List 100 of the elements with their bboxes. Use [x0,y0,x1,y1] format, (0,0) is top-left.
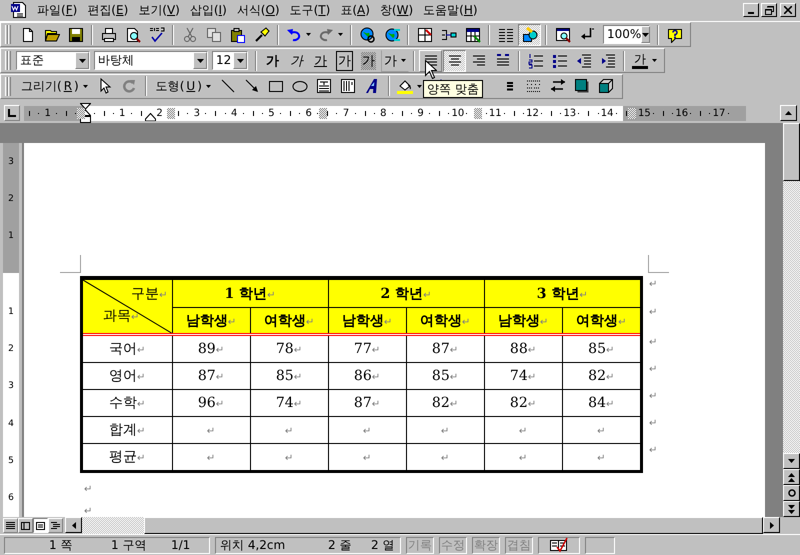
increase-indent-icon[interactable] [600,52,616,69]
paint-bucket-icon[interactable] [396,78,413,94]
save-icon[interactable] [68,26,84,43]
double-up-arrow-icon[interactable] [788,472,795,482]
previous-page-button[interactable] [783,469,800,486]
globe-arrows-icon[interactable] [384,26,400,43]
toolbar-handle[interactable] [5,76,11,96]
zoom-dropdown[interactable]: 100% [603,25,650,44]
down-arrow-icon[interactable] [788,459,795,464]
caret-icon[interactable] [416,84,422,88]
menu-item[interactable]: 서식(O) [232,2,285,19]
indent-marker[interactable] [145,112,156,121]
web-layout-icon[interactable] [21,522,30,530]
vertical-text-box-icon[interactable] [340,78,356,94]
print-preview-icon[interactable] [124,26,140,43]
menu-item[interactable]: 보기(V) [133,2,185,19]
scroll-thumb[interactable] [783,123,800,182]
justify-button[interactable] [419,50,442,72]
scroll-up-button[interactable] [780,105,797,122]
lines-icon[interactable] [6,522,15,530]
autoshapes-menu-button[interactable]: 도형( U ) [150,75,216,98]
scroll-down-button[interactable] [783,453,800,470]
text-style-button[interactable]: 가 [381,50,409,72]
table-pencil-icon[interactable] [416,26,432,43]
caret-icon[interactable] [306,33,311,36]
vertical-scrollbar[interactable] [783,123,800,518]
tab-stop-button[interactable] [4,105,20,122]
undo-icon[interactable] [286,26,302,43]
rectangle-tool-icon[interactable] [268,78,284,94]
normal-view-button[interactable] [3,518,18,534]
menu-item[interactable]: 파일(F) [32,2,82,19]
scroll-right-button[interactable] [763,517,780,534]
text-style-button[interactable]: 가 [309,50,332,72]
circle-icon[interactable] [788,489,796,498]
font-color-button[interactable]: 가 [629,50,660,72]
close-icon[interactable] [784,6,792,14]
shapes-icon[interactable] [522,26,538,43]
print-icon[interactable] [100,26,116,43]
column-marker[interactable] [77,108,85,119]
font-size-dropdown[interactable]: 12 [212,51,248,70]
caret-icon[interactable] [82,84,88,88]
scroll-left-button[interactable] [65,517,82,534]
outline-icon[interactable] [51,522,60,530]
menu-item[interactable]: 편집(E) [82,2,134,19]
cube-icon[interactable] [598,78,614,94]
menu-item[interactable]: 도구(T) [284,2,336,19]
columns-icon[interactable] [498,26,514,43]
page-layout-icon[interactable] [36,522,45,530]
document-map-icon[interactable] [554,26,570,43]
caret-icon[interactable] [206,84,211,88]
menu-item[interactable]: 도움말(H) [418,2,483,19]
numbered-list-icon[interactable] [528,52,544,69]
arrow-tool-icon[interactable] [244,78,260,94]
help-icon[interactable] [666,26,682,43]
web-view-button[interactable] [18,518,33,534]
double-down-arrow-icon[interactable] [788,504,795,514]
column-marker[interactable] [167,108,175,119]
restore-button[interactable] [761,3,777,18]
next-page-button[interactable] [783,501,800,518]
browse-object-button[interactable] [783,485,800,502]
caret-icon[interactable] [652,59,657,62]
caret-icon[interactable] [401,59,406,62]
menu-item[interactable]: 삽입(I) [184,2,232,19]
text-style-button[interactable]: 가 [333,50,356,72]
shapes-button[interactable] [518,24,541,46]
font-dropdown[interactable]: 바탕체 [94,51,208,70]
minimize-icon[interactable] [748,12,754,14]
arrow-style-icon[interactable] [550,78,566,94]
brush-icon[interactable] [254,26,270,43]
oval-tool-icon[interactable] [292,78,308,94]
tab-stop-icon[interactable] [8,109,16,118]
center-align-button[interactable] [443,50,466,72]
shadow-icon[interactable] [574,78,590,94]
globe-link-icon[interactable] [360,26,376,43]
menu-item[interactable]: 표(A) [335,2,375,19]
page-view-button[interactable] [33,518,48,534]
text-box-icon[interactable] [316,78,332,94]
up-arrow-icon[interactable] [785,111,792,116]
left-arrow-icon[interactable] [72,522,76,529]
minimize-button[interactable] [743,3,759,18]
spreadsheet-icon[interactable] [464,26,480,43]
spelling-icon[interactable] [148,26,164,43]
restore-icon[interactable] [764,6,774,15]
dash-style-icon[interactable] [526,78,542,94]
decrease-indent-icon[interactable] [576,52,592,69]
paste-icon[interactable] [230,26,246,43]
outline-view-button[interactable] [48,518,63,534]
style-dropdown[interactable]: 표준 [16,51,90,70]
toolbar-handle[interactable] [5,25,11,44]
book-check-icon[interactable] [549,537,569,554]
text-style-button[interactable]: 가 [285,50,308,72]
text-style-button[interactable]: 가 [261,50,284,72]
menu-item[interactable]: 창(W) [374,2,418,19]
bulleted-list-icon[interactable] [552,52,568,69]
column-marker[interactable] [319,108,327,119]
column-marker[interactable] [628,108,636,119]
draw-menu-button[interactable]: 그리기( R ) [16,75,93,98]
close-button[interactable] [780,3,796,18]
toolbar-handle[interactable] [5,51,11,70]
right-arrow-icon[interactable] [770,522,774,529]
